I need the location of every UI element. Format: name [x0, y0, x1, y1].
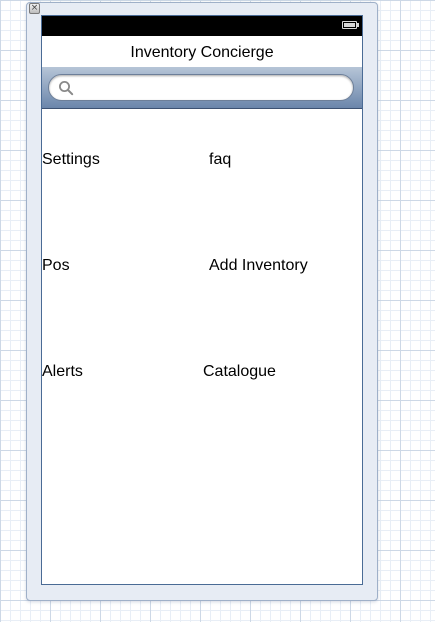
status-bar [42, 16, 362, 36]
close-icon[interactable]: × [29, 3, 40, 14]
search-bar [42, 67, 362, 109]
faq-button[interactable]: faq [209, 151, 231, 169]
page-title: Inventory Concierge [130, 44, 274, 61]
search-input[interactable] [77, 78, 345, 97]
alerts-button[interactable]: Alerts [42, 363, 83, 381]
add-inventory-button[interactable]: Add Inventory [209, 257, 308, 275]
settings-button[interactable]: Settings [42, 151, 100, 169]
iphone-view: Inventory Concierge Settings faq Pos Add… [41, 15, 363, 585]
search-field[interactable] [48, 74, 354, 101]
search-icon [59, 81, 74, 96]
pos-button[interactable]: Pos [42, 257, 70, 275]
battery-icon [342, 21, 359, 29]
catalogue-button[interactable]: Catalogue [203, 363, 276, 381]
